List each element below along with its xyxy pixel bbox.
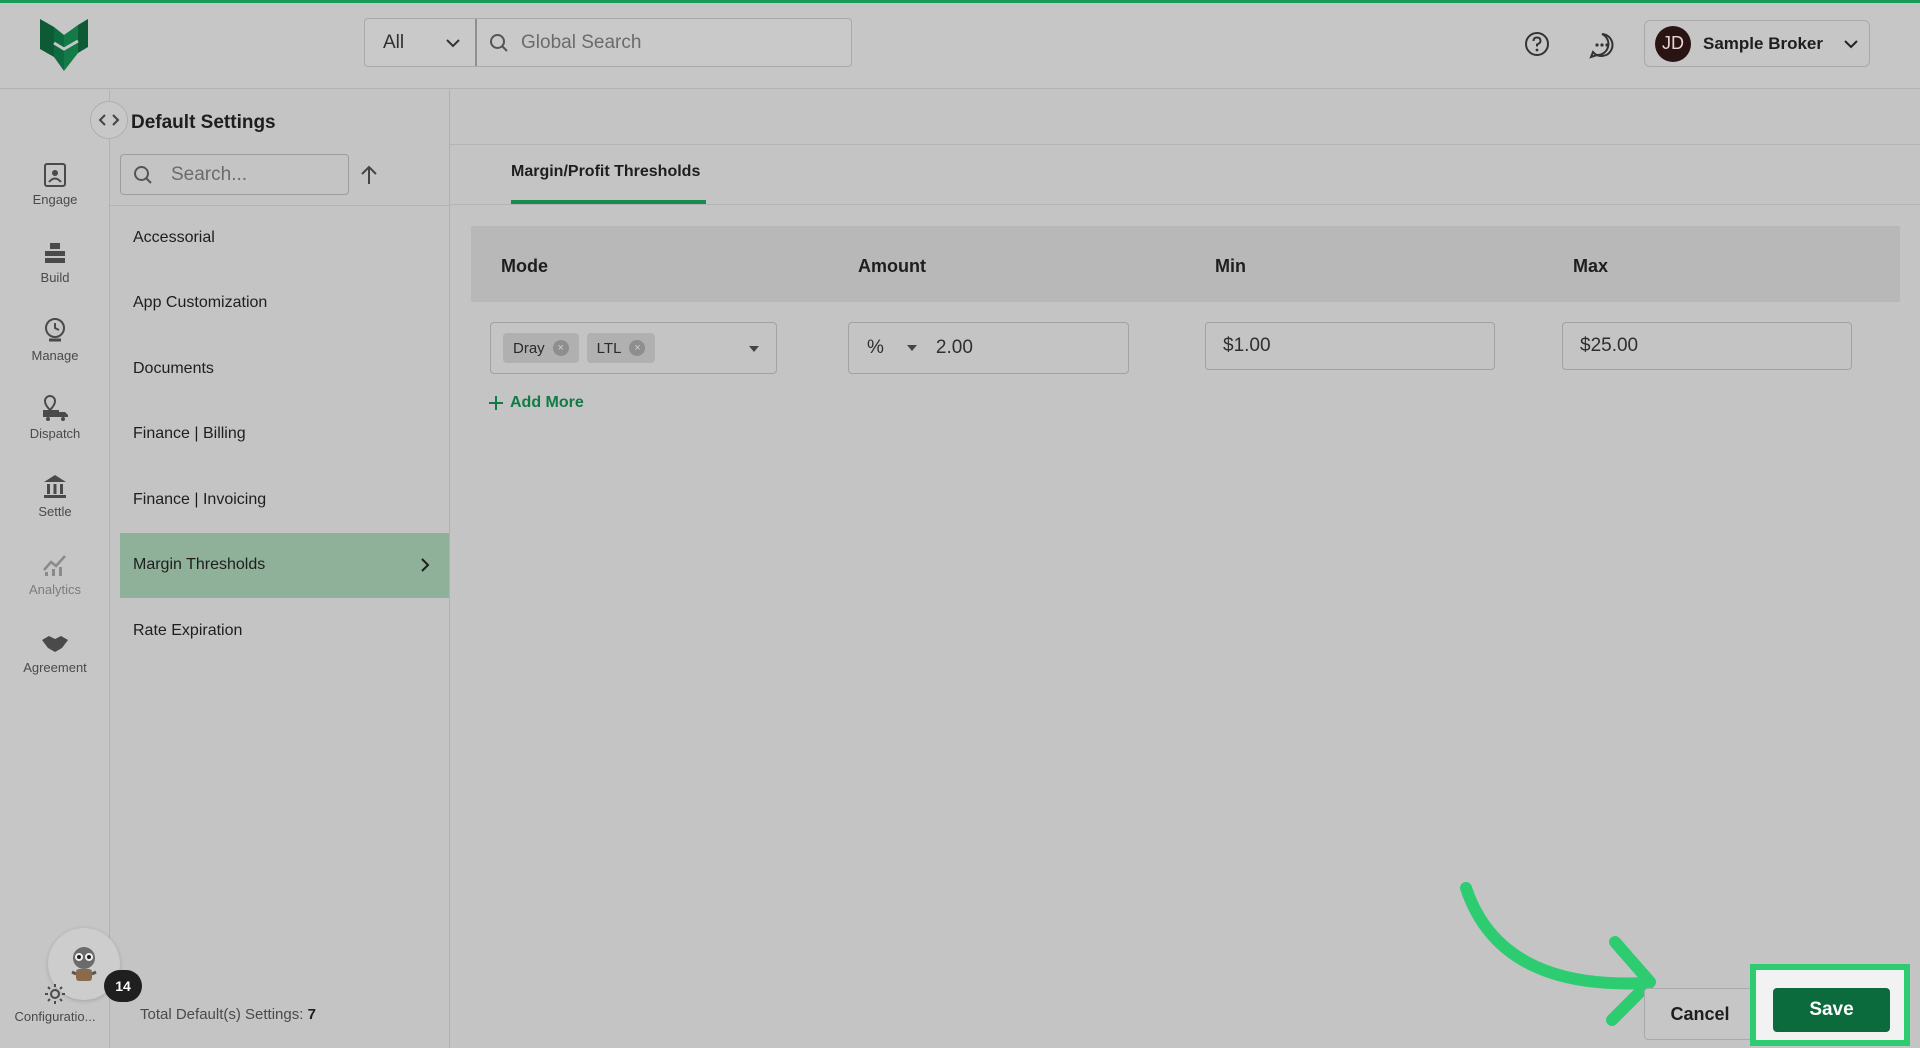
- search-scope-dropdown[interactable]: All: [365, 19, 477, 66]
- annotation-arrow-icon: [1460, 882, 1656, 1026]
- mode-chip-ltl: LTL ×: [586, 333, 656, 363]
- nav-item-dispatch[interactable]: Dispatch: [0, 394, 110, 441]
- user-name: Sample Broker: [1703, 33, 1823, 53]
- column-header-max: Max: [1573, 256, 1609, 276]
- panel-collapse-toggle[interactable]: [90, 101, 128, 139]
- min-field[interactable]: $1.00: [1205, 322, 1495, 370]
- setting-item-label: Accessorial: [133, 228, 215, 246]
- search-icon: [490, 33, 508, 52]
- nav-label: Analytics: [28, 582, 82, 597]
- global-search-input[interactable]: Global Search: [477, 32, 851, 54]
- panel-title: Default Settings: [131, 112, 276, 133]
- max-field[interactable]: $25.00: [1562, 322, 1852, 370]
- column-header-mode: Mode: [501, 256, 548, 276]
- amount-value: 2.00: [935, 337, 973, 358]
- nav-label: Manage: [31, 348, 79, 363]
- manage-icon: [45, 318, 65, 342]
- search-icon: [134, 165, 152, 184]
- amount-unit-select[interactable]: %: [867, 337, 884, 359]
- nav-item-engage[interactable]: Engage: [0, 160, 110, 207]
- remove-chip-icon[interactable]: ×: [629, 340, 646, 356]
- settings-search-input[interactable]: Search...: [120, 154, 349, 195]
- build-icon: [45, 243, 65, 263]
- setting-item-label: Documents: [133, 359, 214, 377]
- min-value: $1.00: [1223, 335, 1271, 356]
- setting-item-documents[interactable]: Documents: [120, 336, 450, 402]
- total-value: 7: [307, 1006, 316, 1023]
- save-button[interactable]: Save: [1773, 988, 1890, 1032]
- nav-item-settle[interactable]: Settle: [0, 472, 110, 519]
- settle-icon: [44, 475, 66, 498]
- user-menu[interactable]: JD Sample Broker: [1644, 20, 1870, 67]
- code-brackets-icon: [98, 114, 120, 126]
- nav-item-manage[interactable]: Manage: [0, 316, 110, 363]
- nav-label: Settle: [38, 504, 72, 519]
- setting-item-label: Rate Expiration: [133, 621, 243, 639]
- app-logo[interactable]: [36, 13, 92, 77]
- analytics-icon: [43, 555, 66, 576]
- setting-item-label: Margin Thresholds: [133, 556, 266, 574]
- setting-item-margin-thresholds[interactable]: Margin Thresholds: [120, 532, 450, 598]
- setting-item-label: Finance | Invoicing: [133, 490, 267, 508]
- top-bar: All Global Search JD Sample Broker: [0, 3, 1920, 89]
- nav-label: Build: [40, 270, 70, 285]
- setting-item-app-customization[interactable]: App Customization: [120, 271, 450, 337]
- nav-item-configuration[interactable]: Configuratio...: [0, 982, 110, 1024]
- panel-vertical-divider: [449, 90, 450, 1048]
- search-scope-value: All: [383, 31, 405, 53]
- chip-label: Dray: [513, 339, 545, 357]
- nav-label: Engage: [32, 192, 78, 207]
- nav-label: Dispatch: [29, 426, 81, 441]
- tab-margin-profit-thresholds[interactable]: Margin/Profit Thresholds: [511, 163, 700, 181]
- chat-icon[interactable]: [1588, 31, 1616, 59]
- column-header-amount: Amount: [858, 256, 926, 276]
- max-value: $25.00: [1580, 335, 1639, 356]
- add-more-label: Add More: [510, 394, 584, 411]
- chevron-down-icon: [1844, 39, 1858, 48]
- chip-label: LTL: [596, 339, 622, 357]
- cancel-button[interactable]: Cancel: [1644, 988, 1756, 1040]
- left-nav: Engage Build Manage Dispatch Settle Anal…: [0, 90, 110, 1048]
- global-search-bar: All Global Search: [364, 18, 852, 67]
- nav-item-build[interactable]: Build: [0, 238, 110, 285]
- caret-down-icon: [906, 345, 917, 351]
- total-settings-count: Total Default(s) Settings: 7: [140, 1006, 316, 1023]
- caret-down-icon: [749, 346, 759, 352]
- total-label: Total Default(s) Settings:: [140, 1006, 304, 1023]
- global-search-placeholder: Global Search: [521, 31, 642, 53]
- engage-icon: [44, 163, 66, 187]
- agreement-icon: [42, 636, 68, 652]
- nav-item-analytics[interactable]: Analytics: [0, 550, 110, 597]
- config-label: Configuratio...: [14, 1009, 96, 1024]
- main-header-divider: [450, 144, 1920, 145]
- plus-icon: [489, 396, 503, 410]
- settings-list: Accessorial App Customization Documents …: [120, 205, 450, 664]
- gear-icon: [45, 984, 65, 1004]
- column-header-min: Min: [1215, 256, 1246, 276]
- tab-bar-divider: [450, 204, 1920, 205]
- dispatch-icon: [43, 394, 68, 421]
- mode-chip-dray: Dray ×: [503, 333, 579, 363]
- setting-item-finance-billing[interactable]: Finance | Billing: [120, 402, 450, 468]
- thresholds-table-header: Mode Amount Min Max: [471, 226, 1900, 302]
- nav-label: Agreement: [23, 660, 87, 675]
- remove-chip-icon[interactable]: ×: [552, 340, 569, 356]
- mode-multiselect[interactable]: Dray × LTL ×: [490, 322, 777, 374]
- amount-field[interactable]: % 2.00: [848, 322, 1129, 374]
- avatar: JD: [1655, 25, 1691, 62]
- help-icon[interactable]: [1524, 31, 1550, 57]
- sort-arrow-up-icon[interactable]: [359, 164, 379, 186]
- setting-item-rate-expiration[interactable]: Rate Expiration: [120, 598, 450, 664]
- robot-icon: [71, 947, 97, 981]
- setting-item-label: Finance | Billing: [133, 425, 246, 443]
- setting-item-accessorial[interactable]: Accessorial: [120, 205, 450, 271]
- setting-item-label: App Customization: [133, 294, 268, 312]
- chevron-right-icon: [421, 558, 430, 572]
- settings-search-placeholder: Search...: [171, 163, 248, 185]
- setting-item-finance-invoicing[interactable]: Finance | Invoicing: [120, 467, 450, 533]
- chevron-down-icon: [446, 38, 460, 47]
- add-more-button[interactable]: Add More: [488, 394, 584, 412]
- nav-item-agreement[interactable]: Agreement: [0, 628, 110, 675]
